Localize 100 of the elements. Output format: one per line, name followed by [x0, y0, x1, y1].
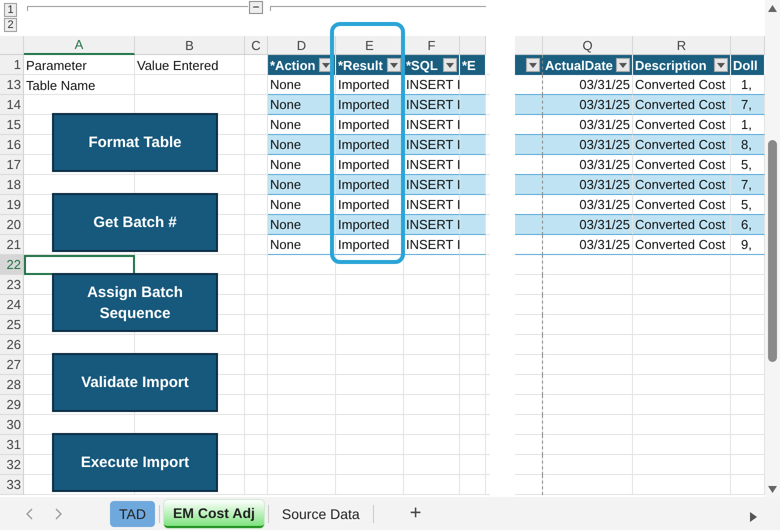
add-sheet-button[interactable]: +	[410, 502, 422, 525]
column-header[interactable]: R	[633, 36, 731, 55]
table-cell	[460, 215, 486, 235]
table-cell: None	[268, 95, 336, 115]
row-header[interactable]: 24	[0, 295, 24, 315]
table-cell: None	[268, 215, 336, 235]
table-cell: Imported	[336, 135, 404, 155]
filter-button[interactable]	[526, 58, 540, 72]
scrollbar-thumb[interactable]	[768, 140, 777, 362]
macro-button[interactable]: Format Table	[52, 113, 218, 172]
collapse-button[interactable]: −	[249, 1, 263, 14]
column-header[interactable]: C	[245, 36, 268, 55]
table-cell: 6,	[731, 215, 765, 235]
column-header[interactable]: E	[336, 36, 404, 55]
scroll-down-icon[interactable]	[768, 486, 777, 493]
row-header[interactable]: 32	[0, 455, 24, 475]
table-cell: Imported	[336, 95, 404, 115]
row-header[interactable]: 31	[0, 435, 24, 455]
row-header[interactable]: 15	[0, 115, 24, 135]
row-header[interactable]: 27	[0, 355, 24, 375]
table-cell: Imported	[336, 175, 404, 195]
row-header[interactable]: 28	[0, 375, 24, 395]
table-cell: INSERT I	[404, 215, 460, 235]
table-cell	[460, 135, 486, 155]
previous-sheet-icon[interactable]	[26, 508, 33, 520]
sheet-tab[interactable]: Source Data	[272, 500, 369, 526]
table-cell: Converted Cost	[633, 235, 731, 255]
table-cell: 7,	[731, 95, 765, 115]
table-cell: Converted Cost	[633, 175, 731, 195]
macro-button[interactable]: Validate Import	[52, 353, 218, 412]
row-header[interactable]: 26	[0, 335, 24, 355]
table-cell	[460, 95, 486, 115]
table-cell: INSERT I	[404, 235, 460, 255]
scroll-up-icon[interactable]	[768, 5, 777, 12]
caret-icon	[529, 62, 537, 68]
macro-button[interactable]: Get Batch #	[52, 193, 218, 252]
macro-button[interactable]: Execute Import	[52, 433, 218, 492]
table-cell	[515, 95, 543, 115]
table-cell: Converted Cost	[633, 95, 731, 115]
row-header[interactable]: 21	[0, 235, 24, 255]
table-cell: None	[268, 135, 336, 155]
table-cell: 8,	[731, 135, 765, 155]
table-cell: Converted Cost	[633, 215, 731, 235]
table-cell: 03/31/25	[543, 175, 633, 195]
caret-icon	[717, 62, 725, 68]
row-header[interactable]: 17	[0, 155, 24, 175]
table-cell: 7,	[731, 175, 765, 195]
column-title: *SQL	[406, 58, 438, 72]
row-header[interactable]: 29	[0, 395, 24, 415]
row-header[interactable]: 16	[0, 135, 24, 155]
table-cell: Imported	[336, 215, 404, 235]
column-header[interactable]: F	[404, 36, 460, 55]
table-cell: INSERT I	[404, 135, 460, 155]
next-sheet-icon[interactable]	[55, 508, 62, 520]
table-cell: 03/31/25	[543, 95, 633, 115]
column-title: *Result	[338, 58, 383, 72]
row-header[interactable]: 33	[0, 475, 24, 495]
column-title: *E	[462, 58, 476, 72]
row-header[interactable]: 14	[0, 95, 24, 115]
table-cell: Converted Cost	[633, 135, 731, 155]
table-cell-text: Parameter	[25, 56, 88, 74]
row-header[interactable]: 30	[0, 415, 24, 435]
table-cell	[460, 175, 486, 195]
caret-icon	[322, 62, 330, 68]
filter-button[interactable]	[714, 58, 728, 72]
row-header[interactable]: 18	[0, 175, 24, 195]
row-header[interactable]: 22	[0, 255, 24, 275]
filter-button[interactable]	[616, 58, 630, 72]
row-header[interactable]: 1	[0, 55, 24, 75]
column-header[interactable]: B	[135, 36, 245, 55]
sheet-tab[interactable]: EM Cost Adj	[164, 500, 264, 528]
table-cell: 03/31/25	[543, 235, 633, 255]
column-title: Description	[635, 58, 707, 72]
row-header[interactable]: 25	[0, 315, 24, 335]
column-header[interactable]: D	[268, 36, 336, 55]
outline-level-button[interactable]: 2	[4, 18, 17, 32]
table-cell	[515, 135, 543, 155]
table-cell: None	[268, 175, 336, 195]
selected-cell[interactable]	[24, 255, 135, 275]
table-cell: INSERT I	[404, 95, 460, 115]
table-cell-text: Table Name	[25, 76, 96, 94]
macro-button[interactable]: Assign Batch Sequence	[52, 273, 218, 332]
column-header[interactable]: Q	[543, 36, 633, 55]
caret-icon	[619, 62, 627, 68]
row-header[interactable]: 19	[0, 195, 24, 215]
row-header[interactable]: 20	[0, 215, 24, 235]
row-header[interactable]: 23	[0, 275, 24, 295]
scroll-right-icon[interactable]	[750, 512, 757, 522]
filter-button[interactable]	[443, 58, 457, 72]
column-title: *Action	[270, 58, 316, 72]
table-cell	[515, 175, 543, 195]
caret-icon	[446, 62, 454, 68]
filter-button[interactable]	[387, 58, 401, 72]
row-header[interactable]: 13	[0, 75, 24, 95]
table-cell: INSERT I	[404, 175, 460, 195]
sheet-tab[interactable]: TAD	[110, 500, 155, 526]
column-header[interactable]: A	[24, 36, 135, 55]
column-title: ActualDate	[545, 58, 613, 72]
outline-level-button[interactable]: 1	[4, 3, 17, 17]
table-cell-text: Value Entered	[136, 56, 220, 74]
